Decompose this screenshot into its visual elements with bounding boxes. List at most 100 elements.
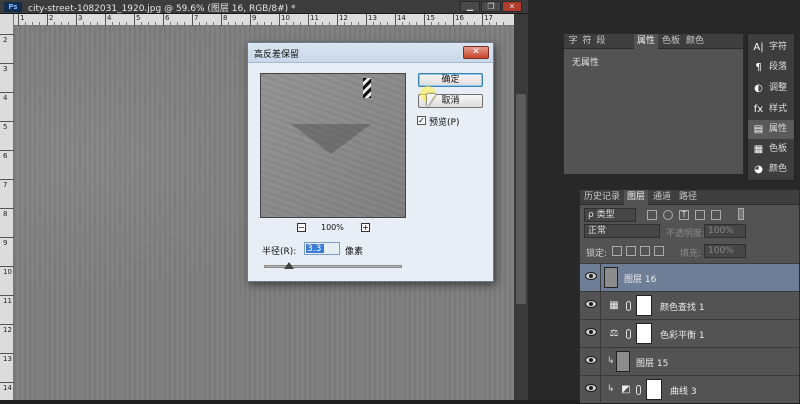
vertical-ruler[interactable]: 2 3 4 5 6 7 8 9 10 11 12 13 14	[0, 14, 14, 400]
document-title: city-street-1082031_1920.jpg @ 59.6% (图层…	[28, 4, 296, 14]
restore-button[interactable]: ❐	[481, 1, 501, 12]
dock-item-paragraph[interactable]: ¶ 段落	[748, 58, 794, 77]
layer-mask-thumbnail	[636, 295, 652, 316]
preview-checkbox[interactable]: ✓	[417, 116, 426, 125]
layer-row[interactable]: ↳ ◩ 曲线 3	[580, 375, 799, 404]
ruler-tick	[192, 14, 193, 26]
radius-slider-thumb[interactable]	[284, 262, 294, 269]
ruler-label: 10	[281, 14, 290, 22]
layer-name[interactable]: 图层 15	[636, 356, 668, 369]
dock-item-adjustments[interactable]: ◐ 调整	[748, 79, 794, 98]
tab-paragraph[interactable]: 段	[594, 34, 608, 49]
lock-position-icon[interactable]	[640, 246, 650, 256]
visibility-eye-icon[interactable]	[585, 328, 597, 336]
lock-image-icon[interactable]	[626, 246, 636, 256]
divider	[600, 264, 601, 292]
properties-icon: ▤	[753, 124, 764, 135]
tab-paths[interactable]: 路径	[676, 190, 700, 205]
ruler-tick	[134, 14, 135, 26]
filter-pixel-icon[interactable]	[647, 210, 657, 220]
layer-name[interactable]: 图层 16	[624, 272, 656, 285]
ruler-label: 17	[484, 14, 493, 22]
vertical-scrollbar[interactable]	[514, 14, 528, 400]
layer-thumbnail	[616, 351, 630, 372]
ruler-tick	[453, 14, 454, 26]
ruler-label: 5	[136, 14, 141, 22]
tab-properties[interactable]: 属性	[634, 34, 658, 49]
document-titlebar[interactable]: Ps city-street-1082031_1920.jpg @ 59.6% …	[0, 0, 528, 14]
ruler-label: 10	[3, 268, 12, 276]
ruler-tick	[337, 14, 338, 26]
ruler-label: 13	[3, 355, 12, 363]
filter-preview[interactable]	[260, 73, 406, 218]
tab-character-2[interactable]: 符	[580, 34, 594, 49]
clipping-arrow-icon: ↳	[607, 384, 615, 394]
ruler-label: 4	[107, 14, 112, 22]
zoom-in-button[interactable]: +	[361, 223, 370, 232]
visibility-eye-icon[interactable]	[585, 356, 597, 364]
ruler-tick	[0, 295, 14, 296]
layer-row[interactable]: ↳ 图层 15	[580, 347, 799, 376]
layer-name[interactable]: 曲线 3	[670, 384, 697, 397]
visibility-eye-icon[interactable]	[585, 384, 597, 392]
close-button[interactable]: ✕	[502, 1, 522, 12]
dock-item-color[interactable]: ◕ 颜色	[748, 160, 794, 179]
lock-all-icon[interactable]	[654, 246, 664, 256]
paragraph-icon: ¶	[755, 62, 762, 73]
dock-item-swatches[interactable]: ▦ 色板	[748, 140, 794, 159]
ruler-tick	[0, 63, 14, 64]
ruler-label: 4	[3, 94, 8, 102]
fill-input[interactable]: 100%	[704, 244, 746, 258]
ruler-label: 3	[3, 65, 8, 73]
ruler-tick	[221, 14, 222, 26]
blend-mode-select[interactable]: 正常	[584, 224, 660, 238]
link-icon	[636, 385, 641, 395]
layer-row[interactable]: ▦ 颜色查找 1	[580, 291, 799, 320]
layer-name[interactable]: 颜色查找 1	[660, 300, 705, 313]
tab-layers[interactable]: 图层	[624, 190, 648, 205]
layers-tabs: 历史记录 图层 通道 路径	[580, 190, 799, 205]
visibility-eye-icon[interactable]	[585, 272, 597, 280]
ruler-label: 6	[165, 14, 170, 22]
opacity-input[interactable]: 100%	[704, 224, 746, 238]
ok-button[interactable]: 确定	[418, 73, 483, 87]
color-icon: ◕	[754, 164, 763, 175]
lock-transparent-icon[interactable]	[612, 246, 622, 256]
layer-row[interactable]: ⚖ 色彩平衡 1	[580, 319, 799, 348]
filter-shape-icon[interactable]	[695, 210, 705, 220]
layer-filter-select[interactable]: ρ 类型	[584, 208, 636, 222]
tab-color[interactable]: 颜色	[684, 34, 706, 49]
tab-character[interactable]: 字	[566, 34, 580, 49]
dialog-close-button[interactable]: ✕	[463, 46, 489, 59]
filter-adjustment-icon[interactable]	[663, 210, 673, 220]
tab-channels[interactable]: 通道	[650, 190, 674, 205]
filter-smart-object-icon[interactable]	[711, 210, 721, 220]
layer-row[interactable]: 图层 16	[580, 263, 799, 292]
horizontal-ruler[interactable]: 1 2 3 4 5 6 7 8 9 10 11 12 13 14 15 16 17	[14, 14, 514, 26]
zoom-out-button[interactable]: −	[297, 223, 306, 232]
radius-label: 半径(R):	[262, 247, 297, 257]
ruler-label: 12	[3, 326, 12, 334]
dialog-title: 高反差保留	[254, 50, 300, 60]
dock-item-styles[interactable]: fx 样式	[748, 100, 794, 119]
tab-history[interactable]: 历史记录	[582, 190, 622, 205]
radius-input[interactable]	[304, 242, 340, 255]
dock-item-properties[interactable]: ▤ 属性	[748, 120, 794, 139]
preview-detail	[363, 78, 371, 98]
ruler-label: 5	[3, 123, 8, 131]
preview-checkbox-label[interactable]: 预览(P)	[429, 115, 459, 128]
color-lookup-icon: ▦	[609, 300, 619, 311]
ruler-tick	[18, 14, 19, 26]
dialog-titlebar[interactable]: 高反差保留 ✕	[248, 43, 493, 63]
filter-type-icon[interactable]: T	[679, 210, 689, 220]
layer-name[interactable]: 色彩平衡 1	[660, 328, 705, 341]
scrollbar-thumb[interactable]	[516, 94, 526, 304]
ruler-tick	[0, 179, 14, 180]
filter-toggle-icon[interactable]	[738, 208, 744, 220]
dock-label: 色板	[769, 144, 788, 154]
minimize-button[interactable]: ▁	[460, 1, 480, 12]
dock-item-character[interactable]: A| 字符	[748, 38, 794, 57]
visibility-eye-icon[interactable]	[585, 300, 597, 308]
tab-swatches[interactable]: 色板	[660, 34, 682, 49]
ruler-label: 2	[49, 14, 54, 22]
